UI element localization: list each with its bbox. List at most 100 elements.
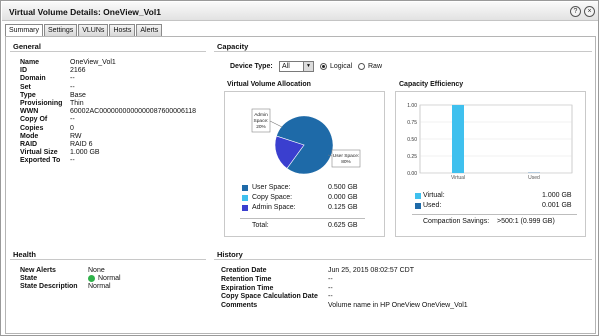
- help-icon[interactable]: ?: [570, 6, 581, 17]
- history-value: --: [328, 293, 333, 301]
- admin-callout-leader: [269, 120, 283, 128]
- legend-label: Copy Space:: [252, 194, 293, 201]
- y-tick-label: 1.00: [407, 103, 417, 109]
- history-key: Retention Time: [221, 275, 272, 283]
- general-value: 1.000 GB: [70, 149, 100, 157]
- raw-radio[interactable]: [358, 63, 365, 70]
- health-value: Normal: [98, 275, 121, 283]
- tab-bar: Summary Settings VLUNs Hosts Alerts: [5, 24, 163, 37]
- general-section-title: General: [13, 42, 41, 51]
- general-value: Thin: [70, 100, 84, 107]
- logical-radio-label: Logical: [330, 63, 353, 70]
- general-key: ID: [20, 67, 27, 75]
- legend-value: 0.500 GB: [328, 184, 358, 191]
- general-value: --: [70, 83, 75, 91]
- health-key: New Alerts: [20, 267, 56, 274]
- legend-label: Admin Space:: [252, 204, 296, 211]
- general-key: Exported To: [20, 157, 61, 165]
- general-key: Copy Of: [20, 116, 48, 124]
- legend-swatch: [415, 193, 421, 199]
- allocation-total-label: Total:: [252, 222, 269, 229]
- history-key: Comments: [221, 302, 258, 310]
- allocation-total-divider: [240, 218, 365, 219]
- device-type-select[interactable]: All ▼: [279, 61, 314, 72]
- general-value: --: [70, 116, 75, 124]
- health-divider: [10, 259, 206, 260]
- allocation-panel-title: Virtual Volume Allocation: [227, 81, 311, 88]
- user-callout-text: User Space:: [333, 153, 359, 159]
- general-value: --: [70, 157, 75, 165]
- compaction-savings-value: >500:1 (0.999 GB): [497, 218, 555, 225]
- health-key: State Description: [20, 283, 78, 291]
- admin-callout-text: Space:: [254, 118, 269, 124]
- chevron-down-icon: ▼: [303, 62, 313, 71]
- general-key: Name: [20, 59, 40, 66]
- general-value: RAID 6: [70, 141, 93, 148]
- general-key: Type: [20, 91, 36, 99]
- admin-callout-text: 20%: [256, 124, 266, 130]
- device-type-label: Device Type:: [230, 63, 273, 70]
- y-tick-label: 0.00: [407, 171, 417, 177]
- history-value: --: [328, 284, 333, 292]
- legend-label: Virtual:: [423, 192, 445, 199]
- general-value: --: [70, 75, 75, 83]
- history-key: Creation Date: [221, 267, 267, 274]
- capacity-section-title: Capacity: [217, 42, 249, 51]
- general-key: Domain: [20, 75, 46, 83]
- legend-label: Used:: [423, 202, 442, 209]
- tab-hosts[interactable]: Hosts: [109, 24, 136, 36]
- tab-alerts[interactable]: Alerts: [136, 24, 163, 36]
- device-type-value: All: [282, 63, 290, 70]
- efficiency-bar-chart: 0.00 0.25 0.50 0.75 1.00 Virtual Used: [407, 103, 573, 181]
- legend-swatch: [242, 205, 248, 211]
- capacity-divider: [214, 51, 592, 52]
- health-key: State: [20, 275, 38, 283]
- general-key: RAID: [20, 141, 38, 148]
- legend-swatch: [415, 203, 421, 209]
- efficiency-divider: [412, 214, 577, 215]
- efficiency-panel-title: Capacity Efficiency: [399, 81, 464, 88]
- history-section-title: History: [217, 250, 243, 259]
- history-key: Copy Space Calculation Date: [221, 293, 318, 301]
- general-value: RW: [70, 132, 82, 140]
- legend-value: 0.000 GB: [328, 194, 358, 201]
- health-value: None: [88, 267, 105, 274]
- title-bar: Virtual Volume Details: OneView_Vol1 ? ×: [2, 2, 598, 21]
- bar-virtual: [452, 105, 464, 173]
- y-tick-label: 0.25: [407, 154, 417, 160]
- admin-callout-text: Admin: [254, 112, 268, 118]
- general-value: 0: [70, 124, 74, 132]
- general-key: Provisioning: [20, 100, 63, 107]
- allocation-pie-chart: AdminSpace:20% User Space:80%: [251, 108, 361, 175]
- logical-radio[interactable]: [320, 63, 327, 70]
- legend-label: User Space:: [252, 184, 291, 191]
- general-key: Virtual Size: [20, 149, 58, 157]
- legend-swatch: [242, 185, 248, 191]
- general-key: WWN: [20, 108, 39, 116]
- general-divider: [10, 51, 206, 52]
- health-value: Normal: [88, 283, 111, 291]
- general-key: Mode: [20, 132, 39, 140]
- history-key: Expiration Time: [221, 284, 274, 292]
- history-value: --: [328, 275, 333, 283]
- y-tick-label: 0.75: [407, 120, 417, 126]
- compaction-savings-label: Compaction Savings:: [423, 218, 490, 225]
- history-divider: [214, 259, 592, 260]
- general-value: OneView_Vol1: [70, 59, 116, 66]
- user-callout-text: 80%: [341, 159, 351, 165]
- y-tick-label: 0.50: [407, 137, 417, 143]
- general-key: Copies: [20, 124, 44, 132]
- legend-value: 0.125 GB: [328, 204, 358, 211]
- x-tick-label: Virtual: [451, 175, 465, 181]
- allocation-total-value: 0.625 GB: [328, 222, 358, 229]
- general-value: 2166: [70, 67, 86, 75]
- history-value: Volume name in HP OneView OneView_Vol1: [328, 302, 468, 310]
- window-title: Virtual Volume Details: OneView_Vol1: [9, 7, 161, 17]
- general-value: 60002AC0000000000000087600006118: [70, 108, 196, 116]
- legend-value: 0.001 GB: [542, 202, 572, 209]
- tab-vluns[interactable]: VLUNs: [78, 24, 109, 36]
- close-icon[interactable]: ×: [584, 6, 595, 17]
- tab-settings[interactable]: Settings: [43, 24, 78, 36]
- legend-value: 1.000 GB: [542, 192, 572, 199]
- general-key: Set: [20, 83, 31, 91]
